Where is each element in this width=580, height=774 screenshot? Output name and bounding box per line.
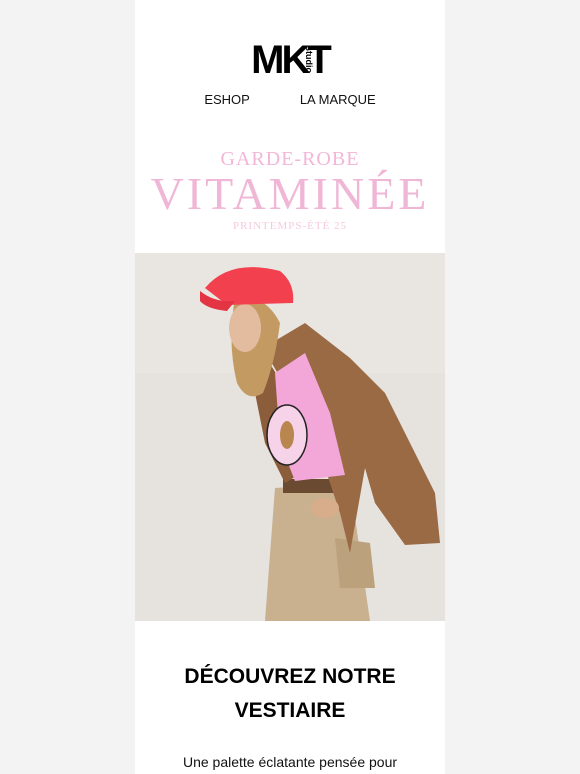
hero-season: PRINTEMPS-ÉTÉ 25: [232, 220, 348, 232]
logo-subtext: studio: [303, 46, 314, 73]
main-nav: ESHOP LA MARQUE: [135, 92, 445, 107]
section-title-line1: DÉCOUVREZ NOTRE: [184, 665, 396, 688]
nav-la-marque-link[interactable]: LA MARQUE: [300, 92, 376, 107]
section-title: DÉCOUVREZ NOTRE VESTIAIRE: [135, 660, 445, 728]
hero-headline: VITAMINÉE: [150, 168, 430, 219]
model-illustration: [135, 253, 445, 621]
hero-kicker: GARDE-ROBE: [220, 148, 360, 170]
hero-photo[interactable]: [135, 253, 445, 621]
email-body: MKT studio ESHOP LA MARQUE GARDE-ROBE VI…: [135, 0, 445, 774]
hero-heading: GARDE-ROBE VITAMINÉE PRINTEMPS-ÉTÉ 25: [135, 148, 445, 232]
section-body-text: Une palette éclatante pensée pour: [182, 754, 398, 770]
logo-wordmark: MKT: [251, 38, 332, 82]
nav-eshop-link[interactable]: ESHOP: [204, 92, 250, 107]
brand-logo[interactable]: MKT studio: [135, 40, 445, 80]
section-title-line2: VESTIAIRE: [234, 699, 346, 722]
